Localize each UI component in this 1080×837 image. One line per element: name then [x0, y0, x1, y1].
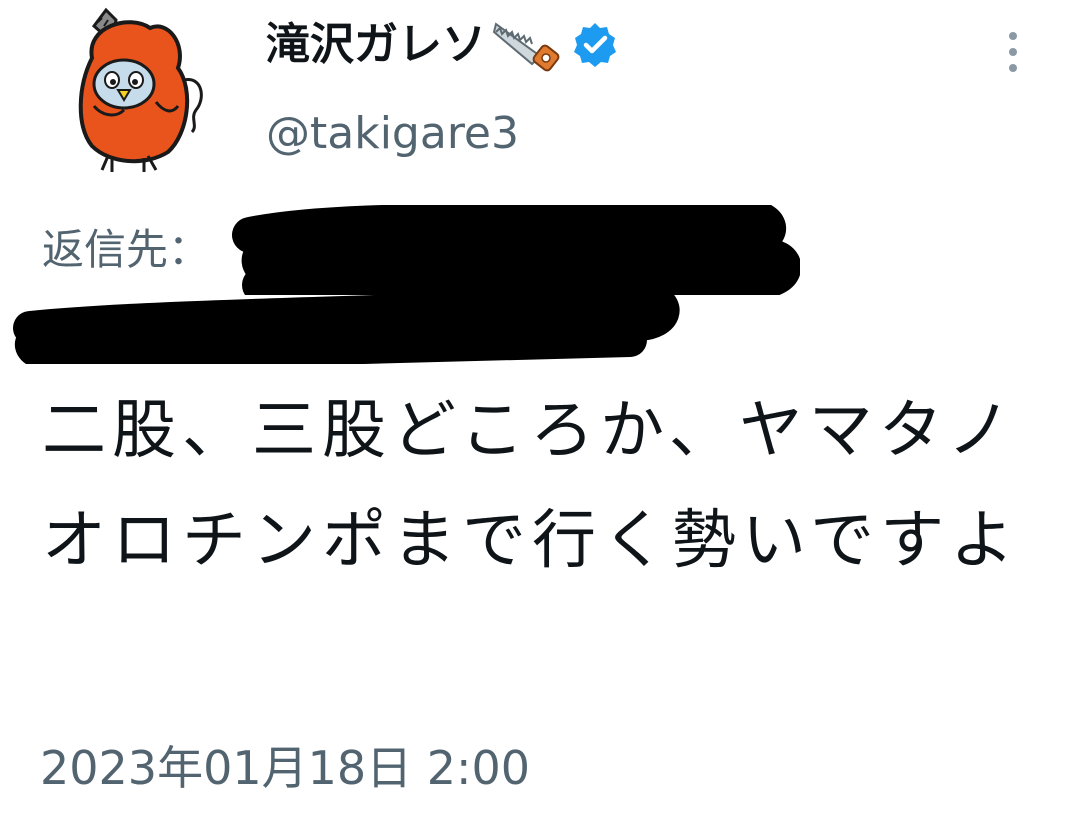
more-dot-icon — [1009, 64, 1017, 72]
tweet-text: 二股、三股どころか、ヤマタノオロチンポまで行く勢いですよ — [42, 394, 1021, 578]
tweet-timestamp[interactable]: 2023年01月18日 2:00 — [40, 736, 530, 800]
saw-icon — [492, 18, 562, 72]
more-dot-icon — [1009, 32, 1017, 40]
redaction-mark — [13, 284, 680, 364]
author-handle[interactable]: @takigare3 — [266, 104, 519, 164]
display-name[interactable]: 滝沢ガレソ — [266, 14, 486, 76]
chainsaw-mascot-avatar-icon — [78, 7, 203, 172]
avatar[interactable] — [72, 6, 212, 174]
redaction-mark — [232, 205, 800, 295]
reply-to-label: 返信先： — [42, 225, 211, 274]
more-dot-icon — [1009, 48, 1017, 56]
verified-badge-icon — [570, 20, 620, 70]
author-name-row[interactable]: 滝沢ガレソ — [266, 14, 620, 76]
more-options-button[interactable] — [996, 24, 1030, 80]
